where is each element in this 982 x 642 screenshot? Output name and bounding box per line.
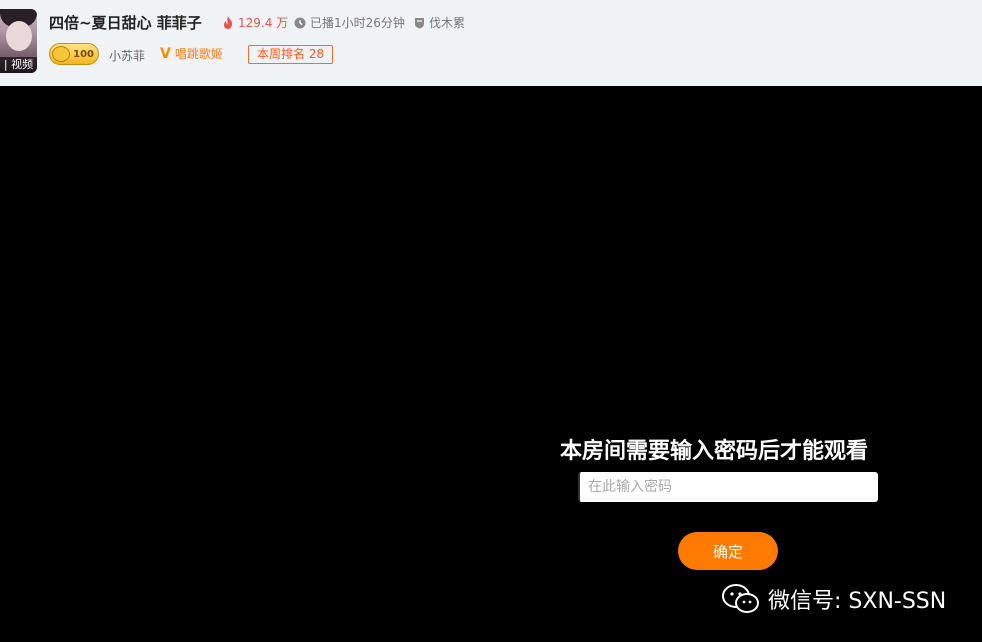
fire-icon <box>224 16 232 29</box>
crown-icon <box>52 46 70 62</box>
category-stat[interactable]: 伐木累 <box>414 14 465 31</box>
watermark-text: 微信号: SXN-SSN <box>768 589 947 614</box>
level-badge[interactable]: 100 <box>49 43 99 65</box>
hot-stat: 129.4 万 <box>222 14 288 31</box>
verified-category-label: 唱跳歌姬 <box>174 47 223 61</box>
video-player <box>0 86 982 642</box>
wechat-icon <box>722 584 759 613</box>
v-badge-icon: V <box>160 45 171 62</box>
weekly-rank-badge[interactable]: 本周排名 28 <box>248 45 334 64</box>
hot-value: 129.4 万 <box>238 16 289 30</box>
password-input[interactable] <box>578 472 878 502</box>
confirm-button[interactable]: 确定 <box>678 532 778 570</box>
category-value: 伐木累 <box>429 16 466 30</box>
verified-category[interactable]: V 唱跳歌姬 <box>160 45 223 62</box>
avatar-face <box>6 21 32 51</box>
clock-icon <box>294 17 306 28</box>
live-time-value: 已播1小时26分钟 <box>310 16 405 30</box>
room-header: | 视频 四倍~夏日甜心 菲菲子 129.4 万 已播1小时26分钟 伐木累 1… <box>0 0 982 86</box>
wechat-watermark: 微信号: SXN-SSN <box>722 583 946 615</box>
shield-icon <box>415 17 424 28</box>
live-time-stat: 已播1小时26分钟 <box>294 14 405 31</box>
password-prompt-title: 本房间需要输入密码后才能观看 <box>560 439 869 464</box>
room-title: 四倍~夏日甜心 菲菲子 <box>49 14 202 32</box>
streamer-avatar[interactable]: | 视频 <box>0 9 37 73</box>
streamer-nickname[interactable]: 小苏菲 <box>109 47 145 64</box>
avatar-video-tag: | 视频 <box>0 57 37 73</box>
level-value: 100 <box>73 48 94 60</box>
